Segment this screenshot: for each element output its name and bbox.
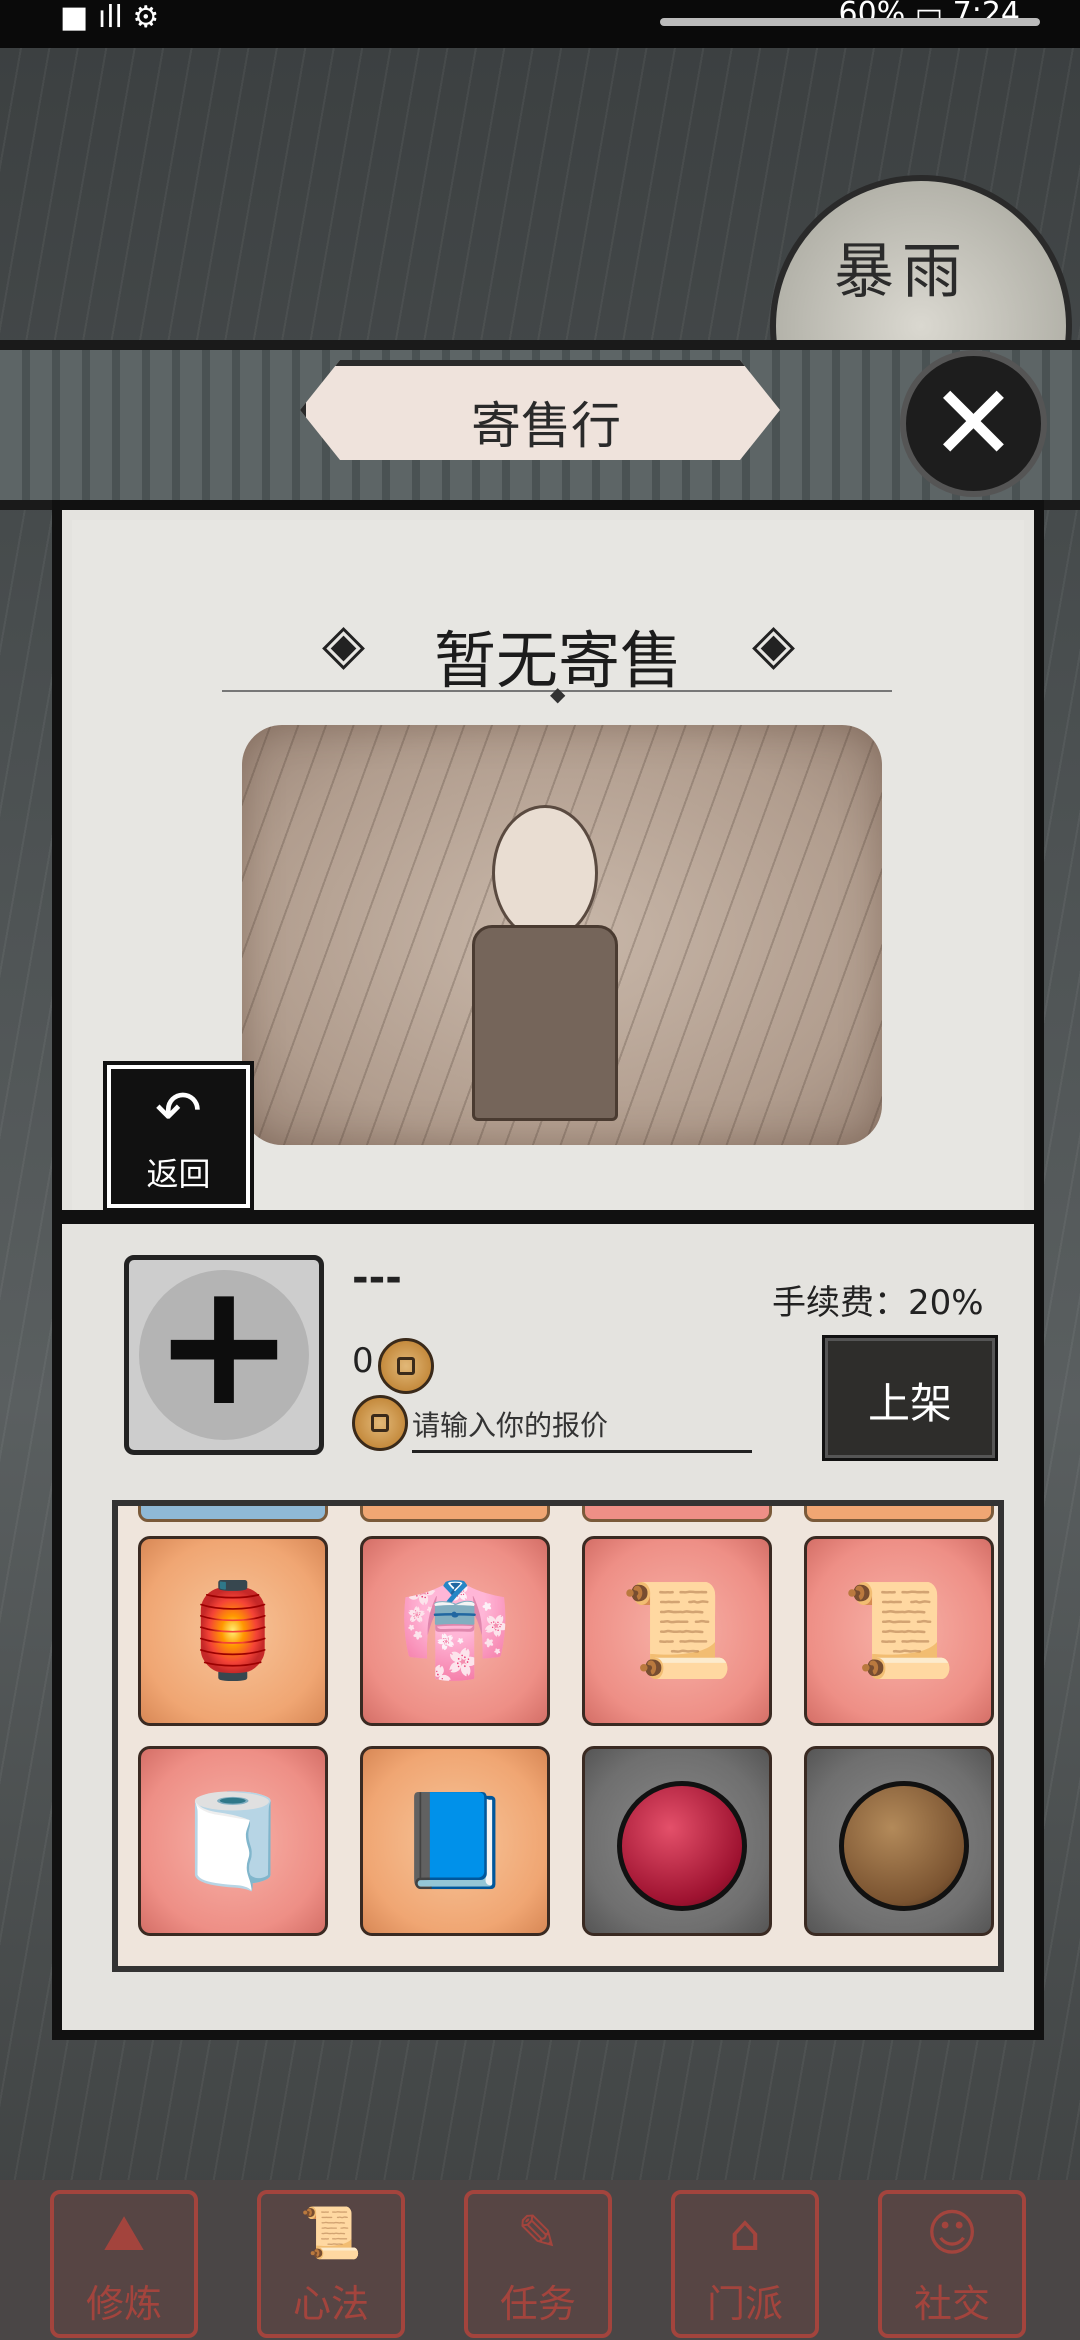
shelve-button-label: 上架 xyxy=(867,1379,952,1428)
social-icon: ☺ xyxy=(925,2204,979,2262)
nav-label: 社交 xyxy=(913,2282,990,2326)
mountain-icon: ⛰ xyxy=(103,2204,145,2262)
nav-mind-method[interactable]: 📜 心法 xyxy=(257,2190,405,2338)
nav-tasks[interactable]: ✎ 任务 xyxy=(464,2190,612,2338)
nav-label: 心法 xyxy=(292,2282,369,2326)
page-title: 寄售行 xyxy=(471,397,621,455)
inventory-item-book[interactable]: 📘 xyxy=(360,1746,550,1936)
crimson-orb-icon xyxy=(617,1781,747,1911)
section-divider xyxy=(62,1210,1034,1224)
inventory-item-scroll[interactable]: 📜 xyxy=(582,1536,772,1726)
inventory-item-partial[interactable] xyxy=(360,1506,550,1522)
back-arrow-icon: ↶ xyxy=(155,1079,202,1144)
quest-icon: ✎ xyxy=(517,2204,559,2262)
inventory-item-partial[interactable] xyxy=(138,1506,328,1522)
price-input[interactable] xyxy=(412,1400,752,1453)
inventory-item-lantern[interactable]: 🏮 xyxy=(138,1536,328,1726)
inventory-item-partial[interactable] xyxy=(804,1506,994,1522)
price-value: 0 xyxy=(352,1341,374,1381)
figure-head xyxy=(492,805,598,941)
weather-label: 暴雨 xyxy=(834,237,970,307)
plus-icon: + xyxy=(152,1246,296,1444)
inventory-row-partial xyxy=(138,1506,994,1526)
item-slot[interactable]: + xyxy=(124,1250,324,1455)
nav-label: 任务 xyxy=(499,2282,576,2326)
nav-label: 门派 xyxy=(706,2282,783,2326)
empty-state-illustration xyxy=(242,725,882,1145)
diamond-right-icon: ◈ xyxy=(752,612,796,677)
divider-dot-icon: ◆ xyxy=(550,682,566,706)
coin-icon xyxy=(378,1338,434,1394)
figure-body xyxy=(472,925,618,1121)
scroll-icon: 📜 xyxy=(619,1577,735,1684)
nav-cultivate[interactable]: ⛰ 修炼 xyxy=(50,2190,198,2338)
nav-sect[interactable]: ⌂ 门派 xyxy=(671,2190,819,2338)
inventory-grid[interactable]: 🏮 👘 📜 📜 🧻 📘 xyxy=(112,1500,1004,1972)
jade-scroll-icon: 🧻 xyxy=(175,1787,291,1894)
robe-icon: 👘 xyxy=(397,1577,513,1684)
lantern-icon: 🏮 xyxy=(175,1577,291,1684)
back-button-label: 返回 xyxy=(146,1155,211,1193)
book-icon: 📘 xyxy=(397,1787,513,1894)
sect-icon: ⌂ xyxy=(729,2204,761,2262)
bronze-orb-icon xyxy=(839,1781,969,1911)
consignment-panel: ◈ 暂无寄售 ◈ ◆ ↶ 返回 + --- 0 手续费：20% 上架 xyxy=(52,500,1044,2040)
nav-social[interactable]: ☺ 社交 xyxy=(878,2190,1026,2338)
listing-section: ◈ 暂无寄售 ◈ ◆ ↶ 返回 xyxy=(72,520,1024,1212)
status-left: ■ ıll ⚙ xyxy=(60,0,160,35)
nav-label: 修炼 xyxy=(85,2282,162,2326)
title-plaque: 寄售行 xyxy=(300,360,780,460)
item-name: --- xyxy=(352,1255,402,1301)
bottom-nav: ⛰ 修炼 📜 心法 ✎ 任务 ⌂ 门派 ☺ 社交 xyxy=(0,2180,1080,2340)
inventory-item-robe[interactable]: 👘 xyxy=(360,1536,550,1726)
inventory-item-crimson-orb[interactable] xyxy=(582,1746,772,1936)
status-right: 60% ▭ 7:24 xyxy=(838,0,1020,31)
scroll-icon: 📜 xyxy=(299,2204,363,2262)
inventory-item-jade-scroll[interactable]: 🧻 xyxy=(138,1746,328,1936)
scroll-icon: 📜 xyxy=(841,1577,957,1684)
coin-icon xyxy=(352,1395,408,1451)
inventory-item-partial[interactable] xyxy=(582,1506,772,1522)
gesture-bar xyxy=(660,18,1040,26)
close-icon: ✕ xyxy=(929,362,1018,484)
inventory-item-scroll[interactable]: 📜 xyxy=(804,1536,994,1726)
shelve-button[interactable]: 上架 xyxy=(822,1335,998,1461)
inventory-item-bronze-orb[interactable] xyxy=(804,1746,994,1936)
back-button[interactable]: ↶ 返回 xyxy=(103,1061,254,1212)
close-button[interactable]: ✕ xyxy=(900,350,1047,497)
fee-label: 手续费：20% xyxy=(772,1283,984,1323)
inventory-items: 🏮 👘 📜 📜 🧻 📘 xyxy=(138,1536,994,1956)
